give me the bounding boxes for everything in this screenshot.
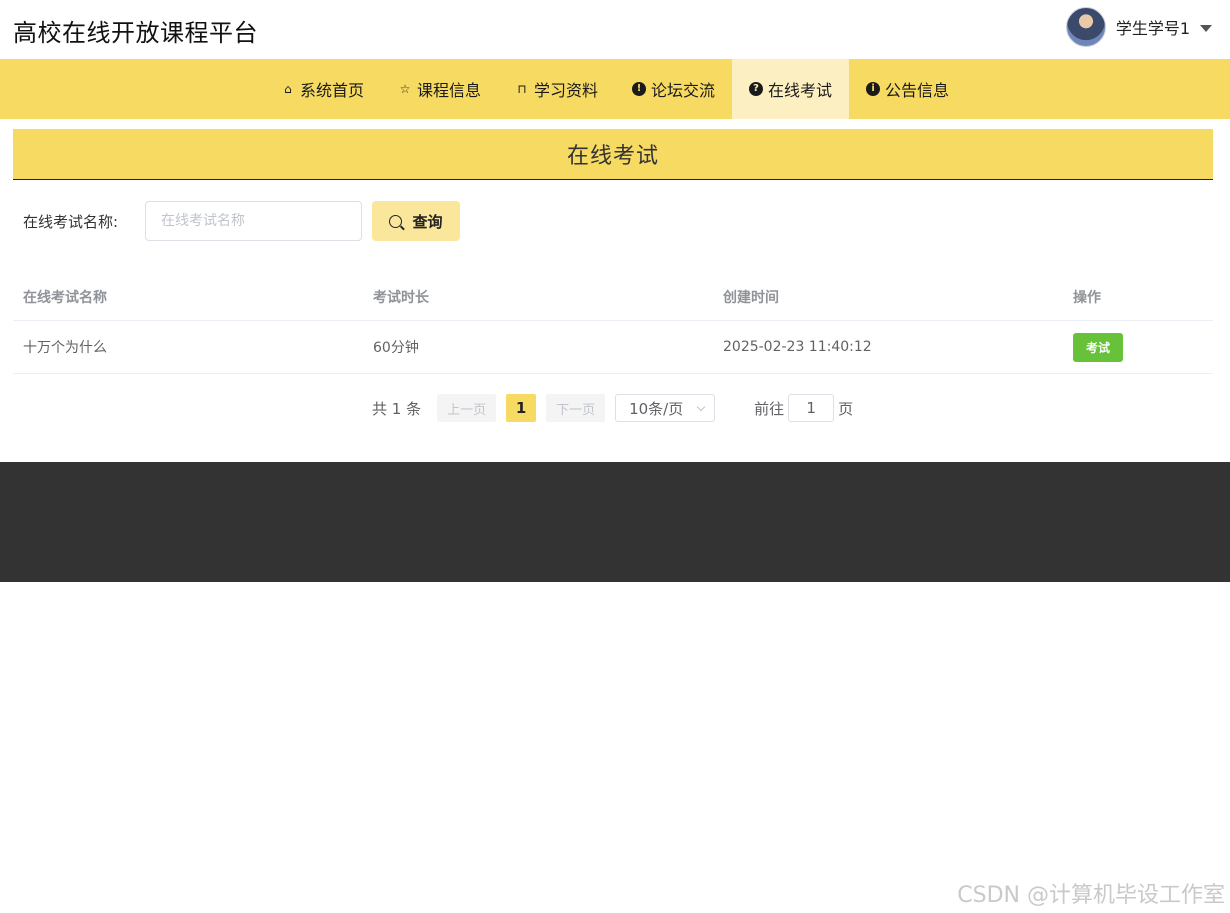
- page-footer: [0, 462, 1230, 582]
- caret-down-icon[interactable]: [1200, 24, 1212, 32]
- nav-item-label: 系统首页: [299, 81, 364, 100]
- table-header-row: 在线考试名称 考试时长 创建时间 操作: [13, 274, 1213, 321]
- exam-table: 在线考试名称 考试时长 创建时间 操作 十万个为什么 60分钟 2025-02-…: [13, 274, 1213, 374]
- page-title: 在线考试: [566, 144, 659, 169]
- nav-item-label: 学习资料: [533, 81, 598, 100]
- search-input[interactable]: [145, 201, 362, 241]
- next-page-button[interactable]: 下一页: [546, 394, 606, 422]
- exam-name-cell: 十万个为什么: [23, 340, 107, 356]
- home-icon: ⌂: [284, 82, 292, 96]
- info-circle-icon: i: [866, 82, 881, 96]
- search-label: 在线考试名称:: [23, 212, 119, 231]
- table-row: 十万个为什么 60分钟 2025-02-23 11:40:12 考试: [13, 321, 1213, 374]
- main-nav: ⌂ 系统首页 ☆ 课程信息 ⊓ 学习资料 ! 论坛交流 ? 在线考试 i 公告信…: [0, 59, 1230, 119]
- nav-item-materials[interactable]: ⊓ 学习资料: [498, 59, 615, 119]
- page-size-value: 10条/页: [629, 399, 684, 418]
- exclamation-circle-icon: !: [632, 82, 646, 96]
- user-name[interactable]: 学生学号1: [1116, 15, 1190, 39]
- nav-item-label: 在线考试: [768, 81, 833, 100]
- question-circle-icon: ?: [749, 82, 764, 96]
- nav-item-label: 论坛交流: [651, 81, 716, 100]
- created-time-cell: 2025-02-23 11:40:12: [723, 339, 872, 355]
- nav-item-notices[interactable]: i 公告信息: [849, 59, 966, 119]
- star-icon: ☆: [399, 82, 411, 96]
- section-header: 在线考试: [13, 129, 1213, 180]
- take-exam-button[interactable]: 考试: [1073, 332, 1124, 362]
- exam-duration-cell: 60分钟: [373, 340, 419, 356]
- nav-item-online-exam[interactable]: ? 在线考试: [732, 59, 850, 119]
- column-header: 在线考试名称: [23, 290, 107, 306]
- goto-page-input[interactable]: [788, 394, 835, 422]
- nav-item-forum[interactable]: ! 论坛交流: [615, 59, 732, 119]
- goto-prefix: 前往: [754, 399, 785, 418]
- bag-icon: ⊓: [517, 82, 527, 96]
- action-cell: 考试: [1063, 332, 1213, 362]
- pagination-total: 共 1 条: [372, 399, 422, 418]
- page-number-button[interactable]: 1: [506, 394, 537, 422]
- nav-item-label: 课程信息: [416, 81, 481, 100]
- pagination: 共 1 条 上一页 1 下一页 10条/页 前往 页: [372, 394, 853, 422]
- search-form: 在线考试名称: 查询: [23, 200, 460, 242]
- user-avatar[interactable]: [1065, 7, 1106, 47]
- nav-item-courses[interactable]: ☆ 课程信息: [381, 59, 498, 119]
- page-size-select[interactable]: 10条/页: [615, 394, 716, 422]
- site-title: 高校在线开放课程平台: [13, 19, 258, 47]
- chevron-down-icon: [696, 402, 706, 411]
- nav-item-home[interactable]: ⌂ 系统首页: [264, 59, 381, 119]
- column-header: 操作: [1073, 290, 1101, 306]
- column-header: 创建时间: [723, 290, 779, 306]
- column-header: 考试时长: [373, 290, 429, 306]
- prev-page-button[interactable]: 上一页: [437, 394, 497, 422]
- search-button-label: 查询: [412, 212, 443, 231]
- top-header: 高校在线开放课程平台 学生学号1: [0, 0, 1230, 59]
- search-icon: [389, 214, 403, 228]
- user-menu[interactable]: 学生学号1: [1065, 7, 1212, 47]
- watermark: CSDN @计算机毕设工作室: [957, 883, 1225, 908]
- nav-item-label: 公告信息: [885, 81, 950, 100]
- search-button[interactable]: 查询: [372, 201, 460, 241]
- goto-suffix: 页: [838, 399, 854, 418]
